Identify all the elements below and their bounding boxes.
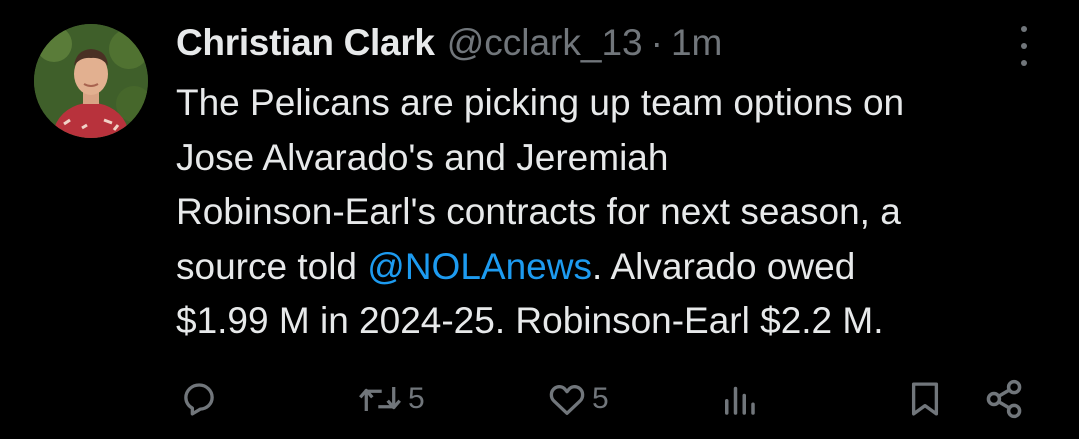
mention-link[interactable]: @NOLAnews	[367, 246, 592, 287]
repost-button[interactable]: 5	[356, 374, 425, 424]
more-icon[interactable]	[1012, 26, 1036, 66]
share-button[interactable]	[982, 374, 1026, 424]
tweet-text-line: $1.99 M in 2024-25. Robinson-Earl $2.2 M…	[176, 300, 884, 341]
bookmark-button[interactable]	[904, 374, 946, 424]
reply-icon	[184, 383, 214, 416]
tweet-text-segment: . Alvarado owed	[591, 245, 856, 287]
repost-icon	[359, 387, 401, 411]
separator-dot: ·	[650, 22, 663, 63]
reply-button[interactable]	[178, 374, 224, 424]
avatar-image	[34, 24, 148, 138]
repost-count: 5	[408, 382, 425, 415]
tweet-text: The Pelicans are picking up team options…	[176, 76, 1056, 349]
like-button[interactable]: 5	[546, 374, 609, 424]
tweet-text-line: Robinson-Earl's contracts for next seaso…	[176, 191, 901, 232]
tweet-text-segment: source told	[176, 245, 368, 287]
author-handle[interactable]: @cclark_13	[447, 20, 643, 66]
avatar[interactable]	[34, 24, 148, 138]
action-bar: 5 5	[0, 374, 1079, 424]
like-count: 5	[592, 382, 609, 415]
like-icon	[549, 385, 585, 416]
bookmark-icon	[911, 382, 939, 416]
tweet-header: Christian Clark @cclark_13 · 1m	[176, 20, 722, 66]
views-button[interactable]	[718, 374, 760, 424]
tweet-text-line: Jose Alvarado's and Jeremiah	[176, 136, 669, 178]
tweet-text-line: The Pelicans are picking up team options…	[176, 82, 905, 123]
timestamp[interactable]: 1m	[671, 20, 722, 66]
share-icon	[986, 379, 1022, 419]
author-name[interactable]: Christian Clark	[176, 20, 435, 66]
views-icon	[725, 386, 755, 415]
tweet-text-line: source told @NOLAnews. Alvarado owed	[176, 240, 1056, 295]
